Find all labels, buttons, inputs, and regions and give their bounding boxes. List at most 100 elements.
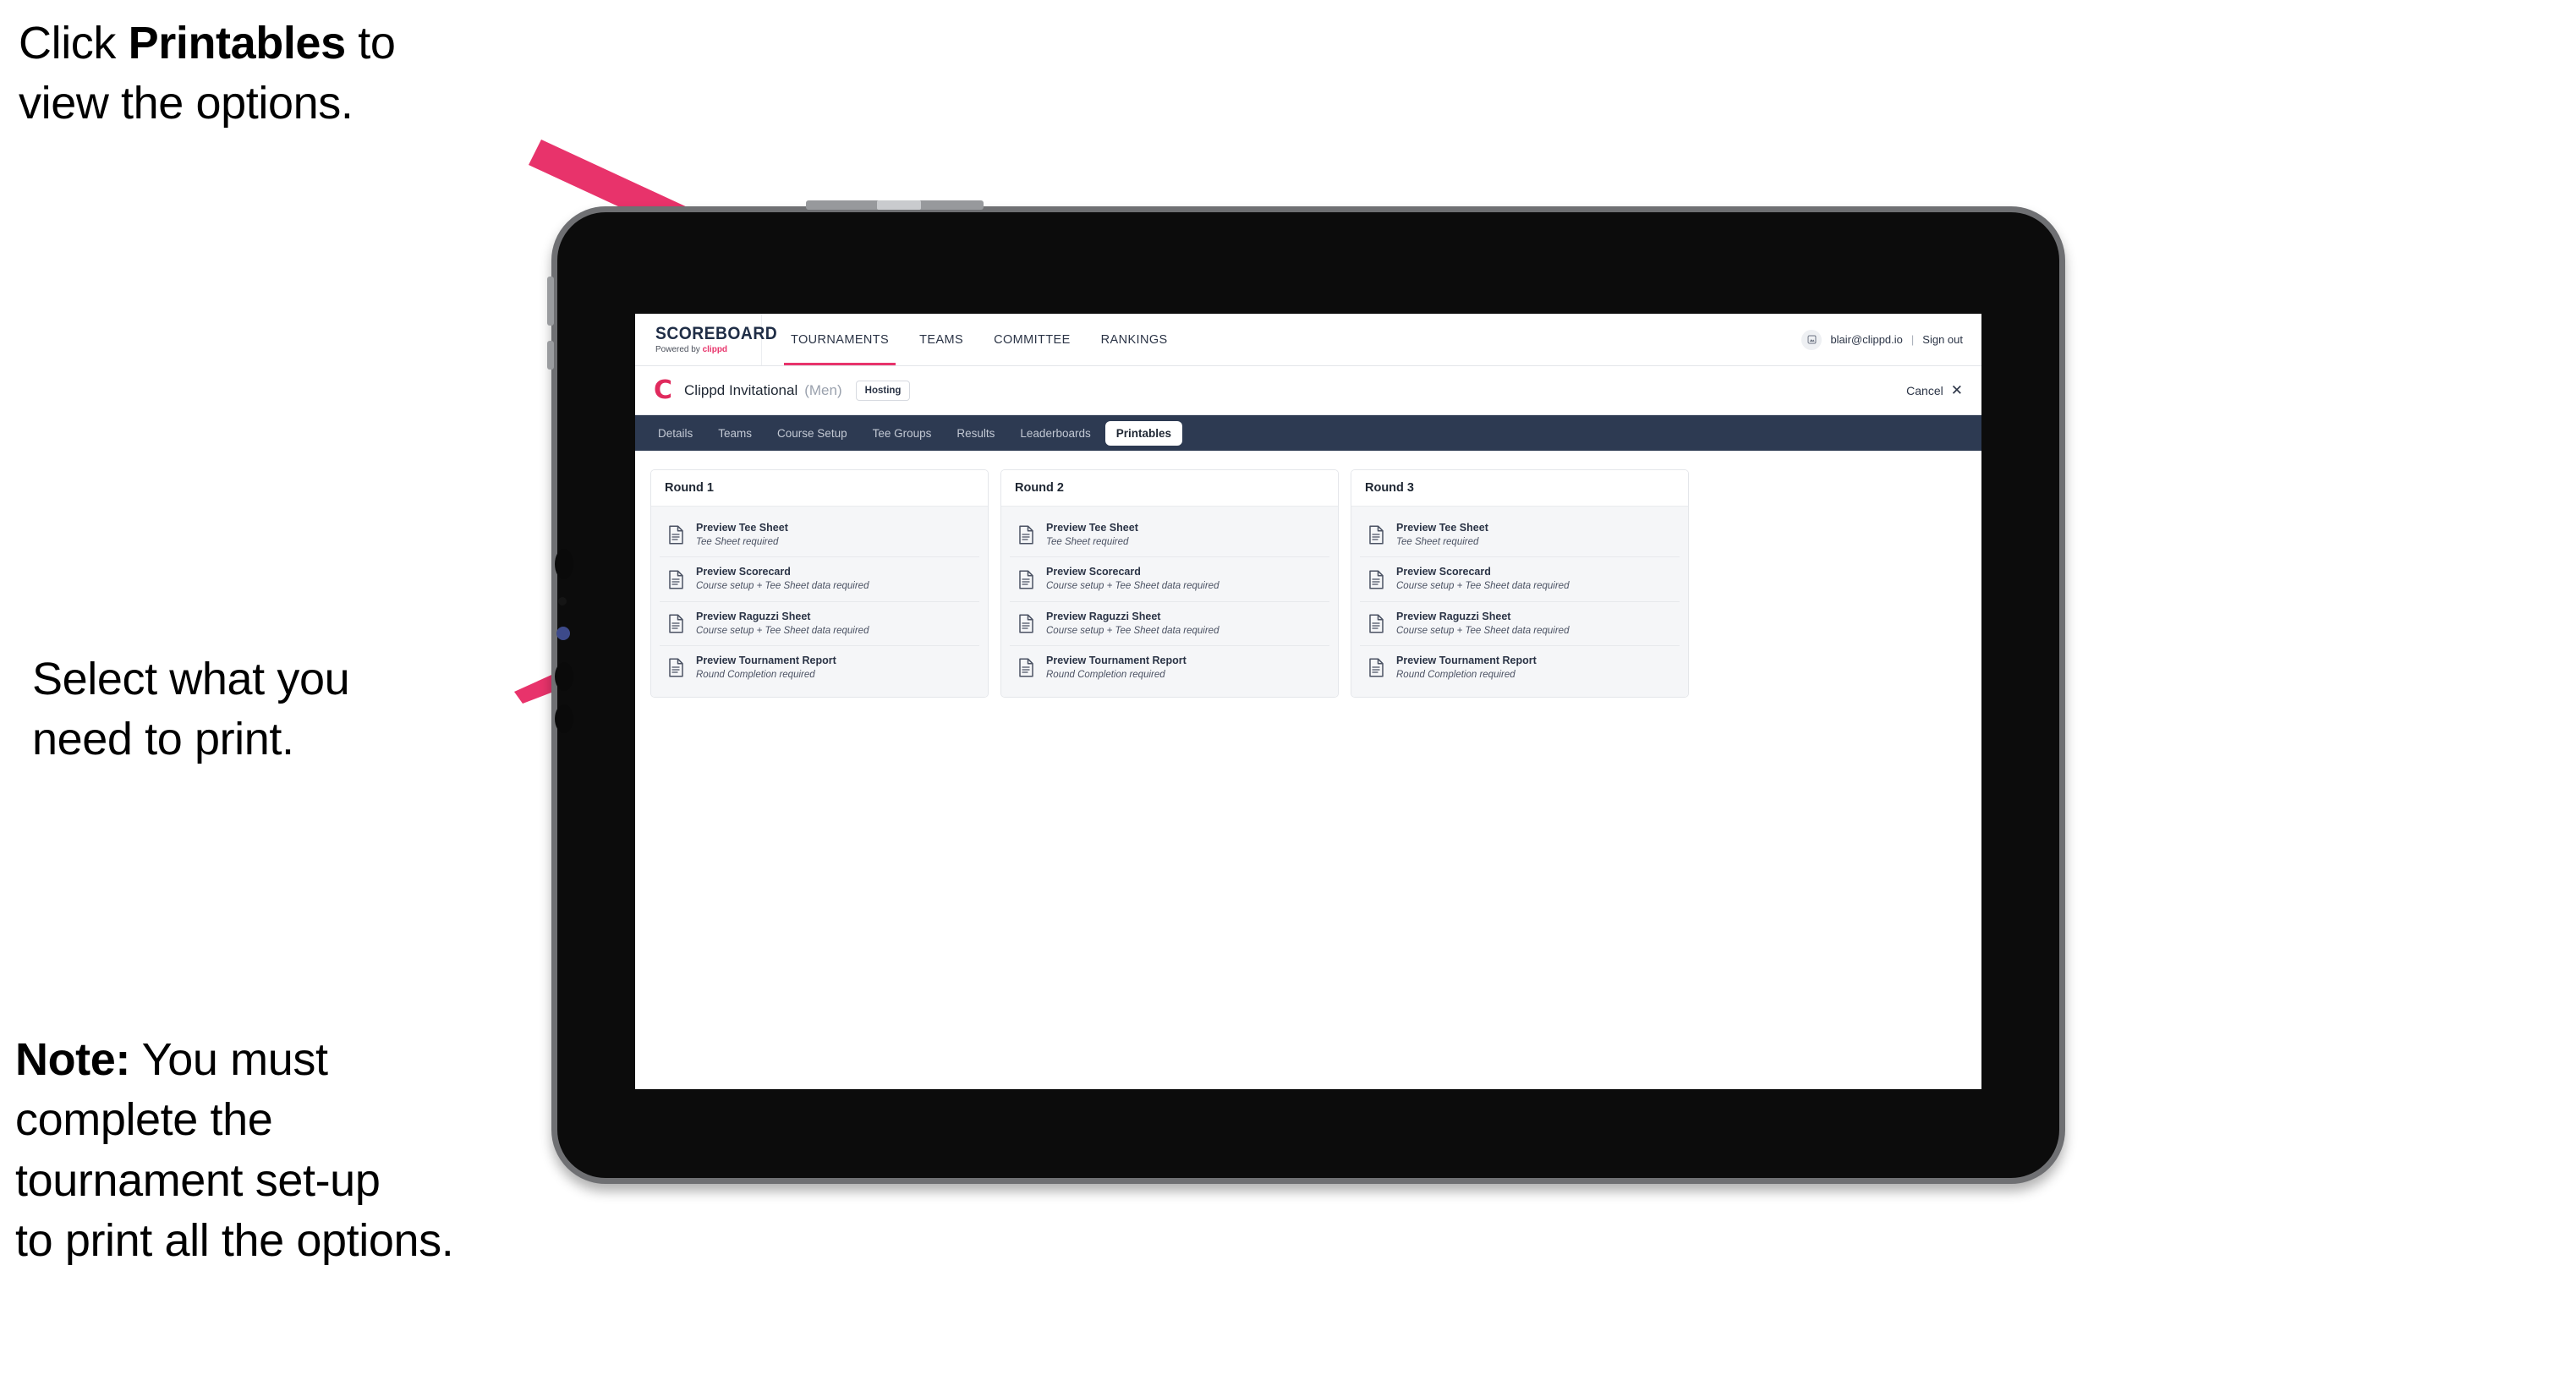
document-icon: [1368, 614, 1384, 633]
annotation-3-bold: Note:: [15, 1034, 130, 1085]
tablet-top-hardware-inner: [877, 200, 921, 210]
list-item[interactable]: Preview Raguzzi Sheet Course setup + Tee …: [660, 601, 979, 647]
tournament-name: Clippd Invitational: [684, 381, 798, 398]
list-item-subtitle: Course setup + Tee Sheet data required: [1046, 581, 1219, 592]
document-icon: [1018, 614, 1034, 633]
tournament-gender: (Men): [804, 381, 842, 398]
printables-content: Round 1 Preview Tee Sheet Tee Sheet requi…: [635, 451, 1981, 716]
list-item-title: Preview Raguzzi Sheet: [696, 610, 811, 622]
list-item[interactable]: Preview Tournament Report Round Completio…: [1360, 646, 1680, 690]
list-item[interactable]: Preview Tee Sheet Tee Sheet required: [1360, 513, 1680, 558]
list-item-subtitle: Course setup + Tee Sheet data required: [1396, 625, 1570, 636]
round-column-1: Round 1 Preview Tee Sheet Tee Sheet requi…: [650, 469, 989, 698]
tablet-bezel-camera: [556, 627, 570, 640]
round-1-title: Round 1: [651, 470, 988, 507]
account-divider: |: [1910, 333, 1915, 346]
sign-out-link[interactable]: Sign out: [1922, 333, 1963, 346]
app-screen: SCOREBOARD Powered by clippd TOURNAMENTS…: [635, 314, 1981, 1089]
list-item-subtitle: Tee Sheet required: [1396, 536, 1479, 547]
nav-item-rankings[interactable]: RANKINGS: [1086, 314, 1183, 365]
nav-item-committee[interactable]: COMMITTEE: [978, 314, 1086, 365]
tab-leaderboards[interactable]: Leaderboards: [1009, 421, 1101, 446]
tablet-bezel-sensor-3: [555, 662, 573, 691]
brand-tagline-clippd: clippd: [702, 345, 728, 354]
round-column-3: Round 3 Preview Tee Sheet Tee Sheet requi…: [1351, 469, 1689, 698]
list-item-title: Preview Tee Sheet: [696, 522, 788, 534]
section-tabs: Details Teams Course Setup Tee Groups Re…: [635, 415, 1981, 451]
list-item[interactable]: Preview Tee Sheet Tee Sheet required: [1010, 513, 1329, 558]
cancel-label: Cancel: [1906, 383, 1943, 397]
tablet-bezel-sensor-1: [555, 549, 573, 579]
app-topbar: SCOREBOARD Powered by clippd TOURNAMENTS…: [635, 314, 1981, 366]
nav-item-teams[interactable]: TEAMS: [904, 314, 978, 365]
list-item[interactable]: Preview Tee Sheet Tee Sheet required: [660, 513, 979, 558]
tablet-bezel-sensor-2: [558, 597, 567, 605]
tab-tee-groups[interactable]: Tee Groups: [862, 421, 943, 446]
document-icon: [1368, 658, 1384, 677]
list-item-title: Preview Tournament Report: [696, 655, 836, 667]
account-email: blair@clippd.io: [1830, 333, 1903, 346]
list-item-title: Preview Tee Sheet: [1396, 522, 1488, 534]
list-item[interactable]: Preview Scorecard Course setup + Tee Shee…: [1010, 557, 1329, 602]
document-icon: [1368, 525, 1384, 545]
main-navigation: TOURNAMENTS TEAMS COMMITTEE RANKINGS: [776, 314, 1183, 365]
round-column-2: Round 2 Preview Tee Sheet Tee Sheet requi…: [1000, 469, 1339, 698]
list-item-title: Preview Raguzzi Sheet: [1396, 610, 1511, 622]
document-icon: [1018, 525, 1034, 545]
list-item-subtitle: Course setup + Tee Sheet data required: [1046, 625, 1219, 636]
brand-tagline: Powered by clippd: [655, 346, 761, 354]
list-item-title: Preview Tournament Report: [1046, 655, 1187, 667]
brand-name: SCOREBOARD: [655, 324, 778, 343]
user-avatar-icon[interactable]: [1801, 329, 1822, 350]
list-item[interactable]: Preview Scorecard Course setup + Tee Shee…: [1360, 557, 1680, 602]
list-item[interactable]: Preview Scorecard Course setup + Tee Shee…: [660, 557, 979, 602]
round-2-items: Preview Tee Sheet Tee Sheet required Prev…: [1001, 507, 1338, 697]
list-item-subtitle: Course setup + Tee Sheet data required: [696, 581, 869, 592]
tablet-device-frame: SCOREBOARD Powered by clippd TOURNAMENTS…: [547, 200, 2065, 1184]
list-item-subtitle: Course setup + Tee Sheet data required: [696, 625, 869, 636]
annotation-1-bold: Printables: [128, 18, 346, 68]
tablet-volume-button-up[interactable]: [547, 277, 554, 326]
tab-teams[interactable]: Teams: [707, 421, 763, 446]
list-item-subtitle: Round Completion required: [1396, 669, 1515, 680]
tablet-bezel-sensor-4: [555, 704, 573, 733]
list-item[interactable]: Preview Raguzzi Sheet Course setup + Tee …: [1360, 601, 1680, 647]
list-item-subtitle: Course setup + Tee Sheet data required: [1396, 581, 1570, 592]
list-item[interactable]: Preview Tournament Report Round Completio…: [1010, 646, 1329, 690]
list-item-subtitle: Tee Sheet required: [696, 536, 779, 547]
document-icon: [1018, 570, 1034, 589]
cancel-button[interactable]: Cancel ✕: [1906, 383, 1963, 397]
annotation-1-prefix: Click: [19, 18, 129, 68]
round-1-items: Preview Tee Sheet Tee Sheet required Prev…: [651, 507, 988, 697]
list-item-subtitle: Round Completion required: [696, 669, 815, 680]
nav-item-tournaments[interactable]: TOURNAMENTS: [776, 314, 904, 365]
round-3-title: Round 3: [1351, 470, 1688, 507]
list-item-title: Preview Raguzzi Sheet: [1046, 610, 1161, 622]
list-item-title: Preview Scorecard: [1046, 566, 1141, 578]
tab-printables[interactable]: Printables: [1104, 420, 1183, 446]
list-item-title: Preview Scorecard: [1396, 566, 1491, 578]
brand-tagline-prefix: Powered by: [655, 345, 703, 354]
list-item-title: Preview Tee Sheet: [1046, 522, 1138, 534]
round-3-items: Preview Tee Sheet Tee Sheet required Prev…: [1351, 507, 1688, 697]
document-icon: [1368, 570, 1384, 589]
tab-results[interactable]: Results: [945, 421, 1006, 446]
page-root: Click Printables to view the options. Se…: [0, 0, 2576, 1386]
list-item[interactable]: Preview Raguzzi Sheet Course setup + Tee …: [1010, 601, 1329, 647]
document-icon: [668, 614, 684, 633]
tab-details[interactable]: Details: [647, 421, 704, 446]
annotation-click-printables: Click Printables to view the options.: [19, 14, 577, 134]
tab-course-setup[interactable]: Course Setup: [766, 421, 858, 446]
close-x-icon: ✕: [1950, 382, 1963, 398]
tablet-volume-button-down[interactable]: [547, 341, 554, 370]
clippd-logo-icon: C: [654, 375, 673, 405]
document-icon: [668, 658, 684, 677]
document-icon: [668, 570, 684, 589]
scoreboard-logo[interactable]: SCOREBOARD Powered by clippd: [635, 314, 778, 365]
status-badge-hosting[interactable]: Hosting: [855, 380, 911, 401]
document-icon: [1018, 658, 1034, 677]
document-icon: [668, 525, 684, 545]
annotation-select-what-to-print: Select what you need to print.: [32, 649, 556, 770]
list-item[interactable]: Preview Tournament Report Round Completio…: [660, 646, 979, 690]
account-area: blair@clippd.io | Sign out: [1801, 314, 1981, 365]
